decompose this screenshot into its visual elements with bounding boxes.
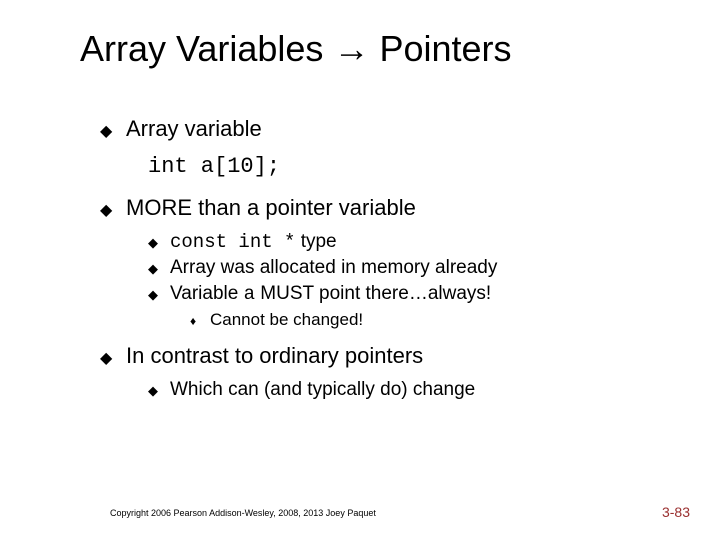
bullet-icon: ◆ — [100, 349, 126, 369]
bullet-text: Variable a MUST point there…always! — [170, 282, 491, 307]
title-text-2: Pointers — [369, 28, 511, 69]
bullet-level-3: ♦ Cannot be changed! — [190, 309, 660, 330]
bullet-level-2: ◆ const int * type — [148, 230, 660, 255]
code-line: int a[10]; — [148, 153, 660, 181]
bullet-text: MORE than a pointer variable — [126, 194, 416, 222]
code-inline: const int * — [170, 231, 295, 253]
bullet-icon: ◆ — [100, 201, 126, 221]
bullet-level-2: ◆ Array was allocated in memory already — [148, 256, 660, 280]
bullet-icon: ◆ — [148, 383, 170, 399]
copyright-text: Copyright 2006 Pearson Addison-Wesley, 2… — [110, 508, 376, 518]
slide-title: Array Variables → Pointers — [80, 28, 512, 70]
bullet-level-1: ◆ Array variable — [100, 115, 660, 143]
bullet-text: Cannot be changed! — [210, 309, 363, 330]
bullet-icon: ◆ — [148, 261, 170, 277]
text-inline: MUST point there…always! — [255, 283, 491, 304]
page-number: 3-83 — [662, 504, 690, 520]
title-text-1: Array Variables — [80, 28, 333, 69]
bullet-text: Array was allocated in memory already — [170, 256, 497, 280]
slide: Array Variables → Pointers ◆ Array varia… — [0, 0, 720, 540]
bullet-icon: ◆ — [100, 122, 126, 142]
slide-body: ◆ Array variable int a[10]; ◆ MORE than … — [100, 115, 660, 403]
bullet-level-1: ◆ MORE than a pointer variable — [100, 194, 660, 222]
bullet-level-1: ◆ In contrast to ordinary pointers — [100, 342, 660, 370]
bullet-icon: ◆ — [148, 287, 170, 303]
right-arrow-icon: → — [333, 28, 369, 69]
bullet-text: Array variable — [126, 115, 262, 143]
code-inline: a — [244, 283, 255, 305]
bullet-level-2: ◆ Which can (and typically do) change — [148, 378, 660, 402]
bullet-icon: ◆ — [148, 235, 170, 251]
bullet-level-2: ◆ Variable a MUST point there…always! — [148, 282, 660, 307]
bullet-icon: ♦ — [190, 314, 210, 329]
text-inline: type — [295, 231, 336, 252]
bullet-text: const int * type — [170, 230, 337, 255]
bullet-text: In contrast to ordinary pointers — [126, 342, 423, 370]
text-inline: Variable — [170, 283, 244, 304]
bullet-text: Which can (and typically do) change — [170, 378, 475, 402]
